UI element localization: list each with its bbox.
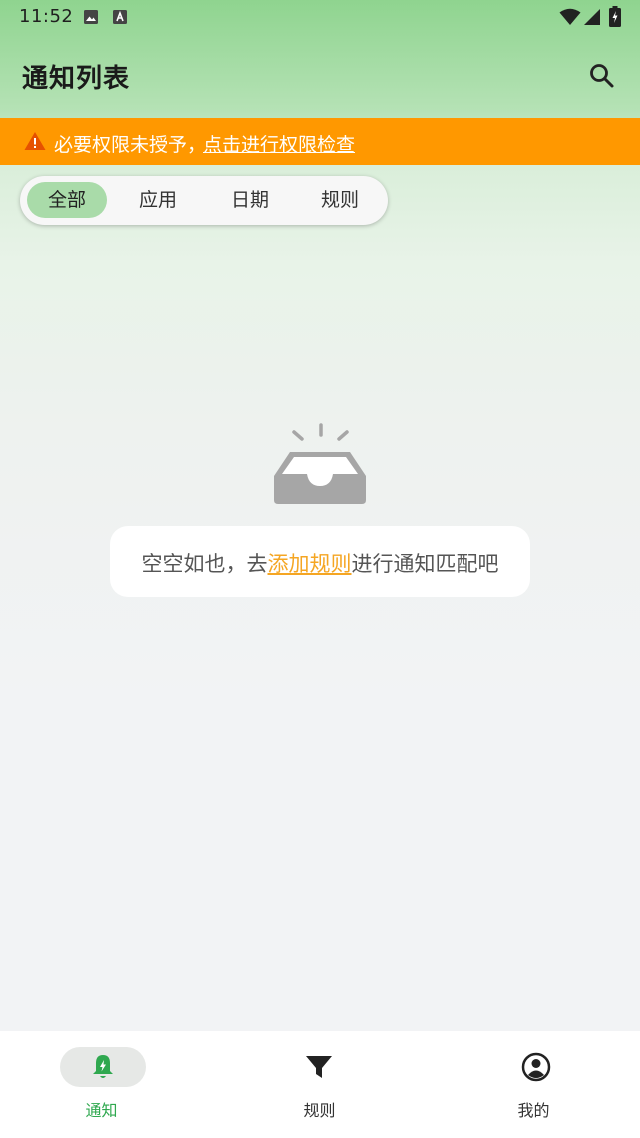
- search-button[interactable]: [584, 58, 620, 94]
- page-title: 通知列表: [22, 64, 131, 94]
- wifi-icon: [559, 8, 581, 25]
- tab-date[interactable]: 日期: [210, 182, 290, 218]
- filter-tabs: 全部 应用 日期 规则: [20, 176, 388, 225]
- nav-rules[interactable]: 规则: [213, 1031, 426, 1138]
- nav-label-notifications: 通知: [85, 1101, 118, 1120]
- nav-label-rules: 规则: [303, 1101, 336, 1120]
- image-notification-icon: [84, 10, 98, 24]
- warning-icon: [24, 132, 46, 150]
- nav-label-profile: 我的: [517, 1101, 550, 1120]
- battery-icon: [609, 6, 621, 27]
- empty-state-prefix: 空空如也，去: [141, 552, 268, 576]
- nav-profile[interactable]: 我的: [427, 1031, 640, 1138]
- account-circle-icon: [521, 1052, 551, 1082]
- permission-check-link[interactable]: 点击进行权限检查: [203, 130, 355, 157]
- empty-state-suffix: 进行通知匹配吧: [351, 552, 499, 576]
- status-time: 11:52: [19, 6, 74, 27]
- empty-state-message: 空空如也，去添加规则进行通知匹配吧: [110, 548, 530, 578]
- filter-icon: [306, 1056, 332, 1078]
- permission-warning-banner: 必要权限未授予， 点击进行权限检查: [0, 118, 640, 165]
- empty-inbox-icon: [274, 423, 366, 504]
- add-rule-link[interactable]: 添加规则: [268, 552, 352, 576]
- empty-state-card: 空空如也，去添加规则进行通知匹配吧: [110, 526, 530, 597]
- bottom-navigation: 通知 规则 我的: [0, 1031, 640, 1138]
- signal-icon: [584, 9, 600, 25]
- status-bar: 11:52: [0, 0, 640, 34]
- tab-all[interactable]: 全部: [27, 182, 107, 218]
- tab-apps[interactable]: 应用: [118, 182, 198, 218]
- permission-warning-text: 必要权限未授予，: [54, 134, 207, 156]
- bell-icon: [93, 1055, 113, 1078]
- app-bar: 通知列表: [0, 34, 640, 118]
- tab-rules[interactable]: 规则: [300, 182, 380, 218]
- nav-notifications[interactable]: 通知: [0, 1031, 213, 1138]
- app-notification-icon: [113, 10, 127, 24]
- search-icon: [590, 64, 614, 88]
